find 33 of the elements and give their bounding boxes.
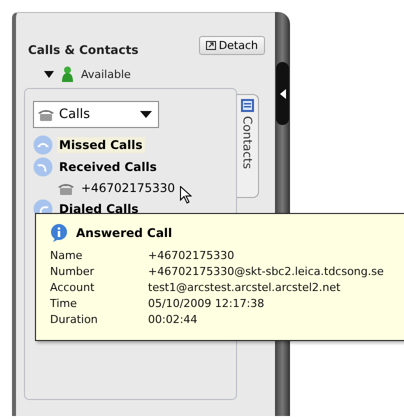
person-icon — [62, 66, 73, 82]
field-label: Time — [50, 296, 78, 312]
contacts-tab[interactable]: Contacts — [237, 94, 259, 198]
call-entry[interactable]: +46702175330 — [81, 181, 176, 195]
presence-status[interactable]: Available — [81, 68, 131, 80]
field-label: Account — [50, 280, 96, 296]
field-label: Duration — [50, 312, 99, 328]
view-dropdown[interactable]: Calls — [33, 101, 159, 128]
field-value: 00:02:44 — [148, 312, 198, 328]
collapse-handle[interactable] — [276, 62, 289, 125]
collapse-arrow-icon — [280, 88, 286, 98]
call-group[interactable]: Dialed Calls — [57, 201, 140, 217]
field-value: 05/10/2009 12:17:38 — [148, 296, 266, 312]
field-label: Name — [50, 248, 84, 264]
call-group[interactable]: Missed Calls — [57, 137, 145, 153]
phone-icon — [37, 108, 55, 121]
phone-icon — [57, 182, 75, 194]
detach-icon — [206, 40, 216, 50]
handset-icon — [33, 157, 53, 177]
field-value: +46702175330@skt-sbc2.leica.tdcsong.se — [148, 264, 385, 280]
caret-icon — [140, 111, 152, 118]
mouse-pointer-icon — [180, 186, 192, 204]
detach-button[interactable]: Detach — [198, 36, 265, 54]
field-label: Number — [50, 264, 96, 280]
expand-caret-icon[interactable] — [44, 70, 54, 78]
field-value: +46702175330 — [148, 248, 236, 264]
call-group[interactable]: Received Calls — [57, 159, 159, 175]
handset-icon — [33, 135, 53, 155]
address-book-icon — [241, 99, 254, 112]
info-icon — [50, 224, 68, 242]
panel-title: Calls & Contacts — [28, 43, 139, 57]
field-value: test1@arcstest.arcstel.arcstel2.net — [148, 280, 342, 296]
tooltip-title: Answered Call — [76, 226, 172, 240]
